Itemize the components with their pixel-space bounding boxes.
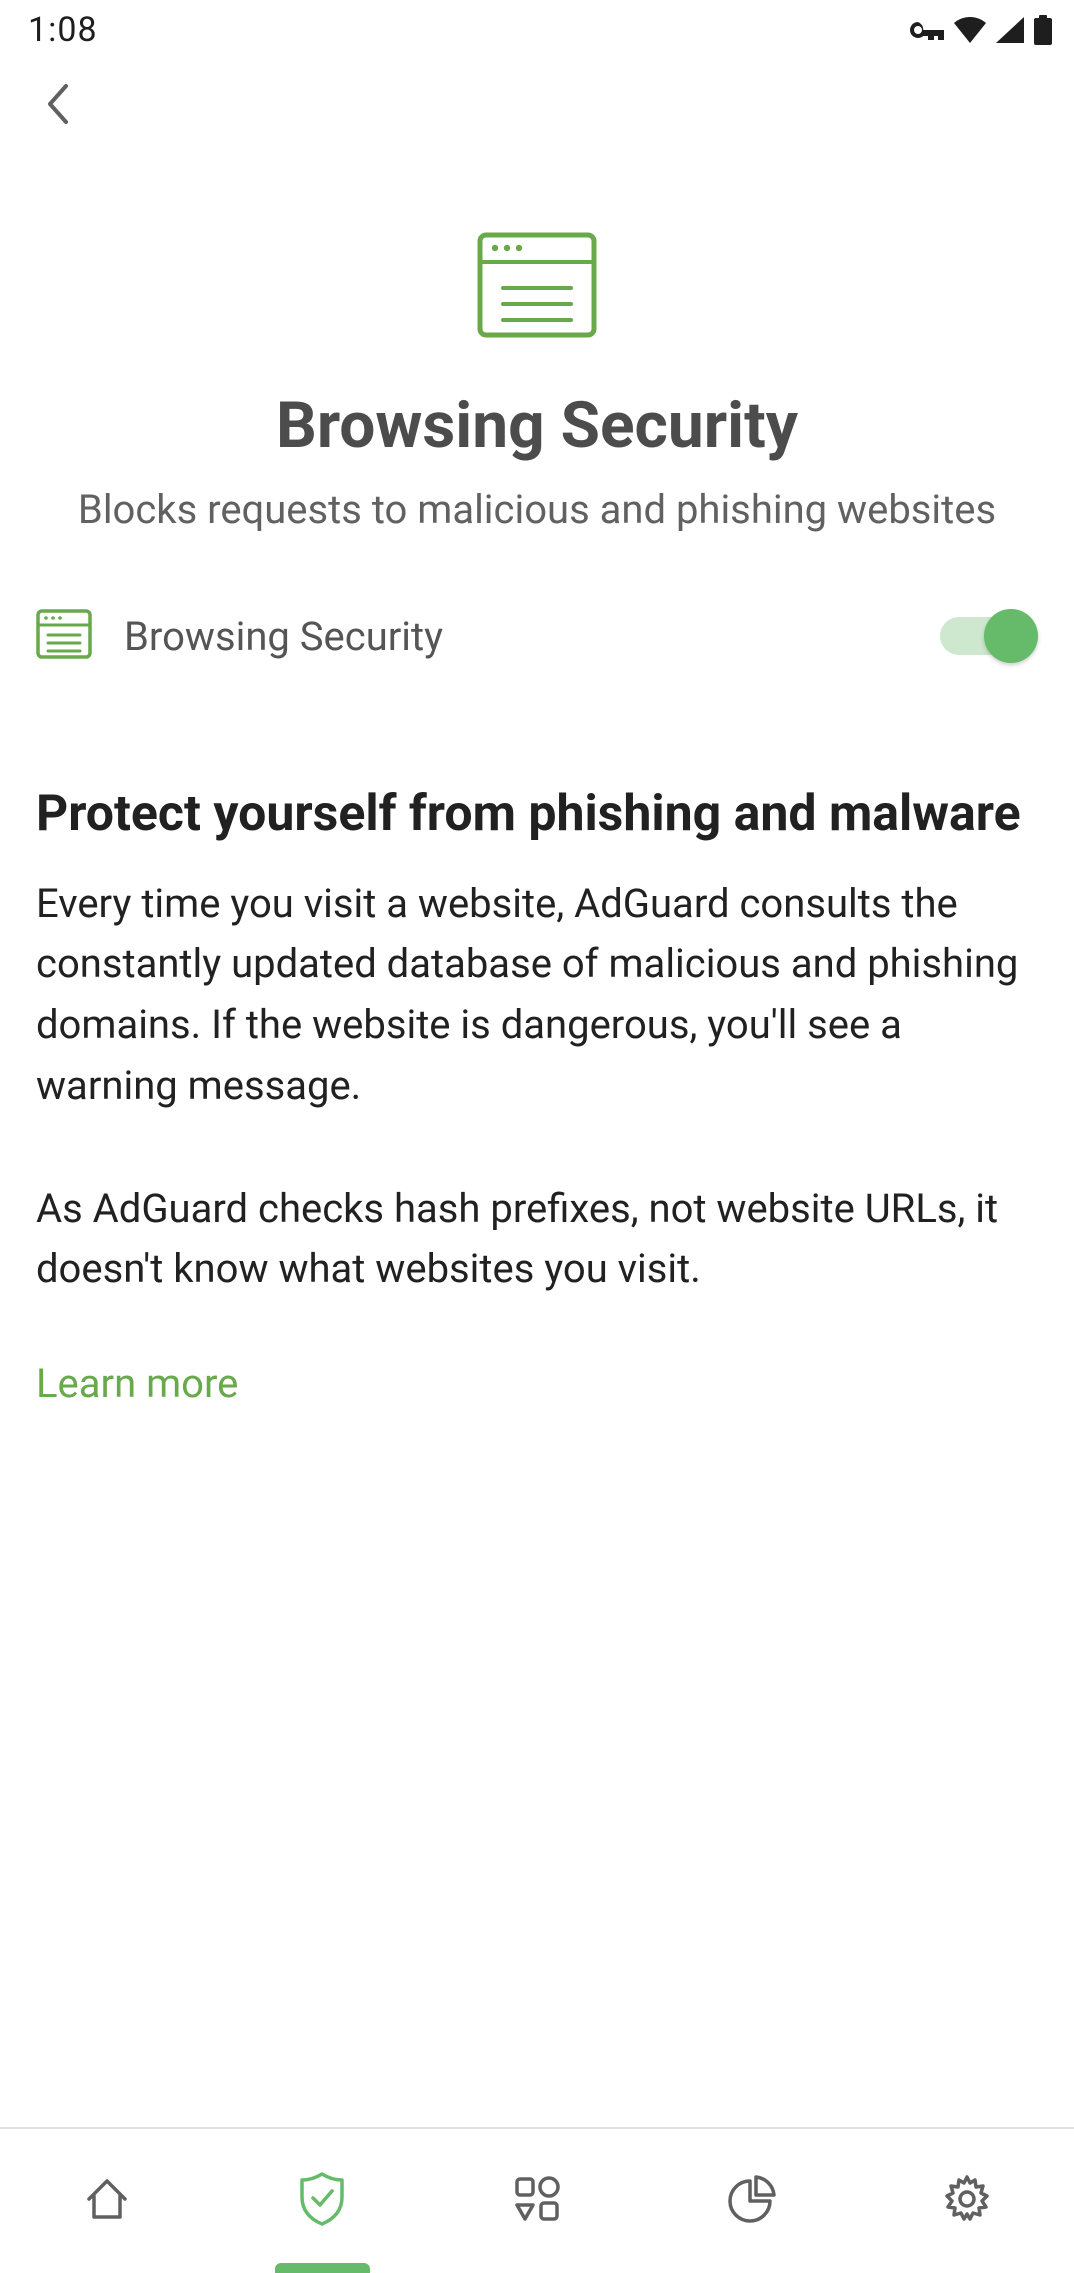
info-heading: Protect yourself from phishing and malwa… [36, 783, 1038, 846]
page-subtitle: Blocks requests to malicious and phishin… [40, 485, 1034, 535]
hero: Browsing Security Blocks requests to mal… [0, 152, 1074, 575]
gear-icon [941, 2173, 993, 2229]
nav-stats[interactable] [644, 2129, 859, 2273]
browser-window-icon [40, 232, 1034, 338]
info-paragraph-2: As AdGuard checks hash prefixes, not web… [36, 1179, 1038, 1301]
shapes-icon [511, 2173, 563, 2229]
battery-icon [1034, 15, 1052, 45]
learn-more-link[interactable]: Learn more [36, 1360, 238, 1407]
vpn-key-icon [908, 18, 944, 42]
status-time: 1:08 [28, 10, 98, 50]
info-section: Protect yourself from phishing and malwa… [0, 697, 1074, 1407]
status-icons [908, 15, 1052, 45]
browser-window-small-icon [36, 609, 92, 663]
browsing-security-toggle-row[interactable]: Browsing Security [0, 575, 1074, 697]
browsing-security-switch[interactable] [940, 609, 1038, 663]
signal-icon [996, 17, 1024, 43]
pie-chart-icon [726, 2173, 778, 2229]
nav-active-indicator [275, 2263, 370, 2273]
nav-apps[interactable] [430, 2129, 645, 2273]
toolbar [0, 60, 1074, 152]
nav-settings[interactable] [859, 2129, 1074, 2273]
back-button[interactable] [38, 82, 82, 130]
nav-home[interactable] [0, 2129, 215, 2273]
toggle-label: Browsing Security [124, 613, 940, 660]
nav-protection[interactable] [215, 2129, 430, 2273]
wifi-icon [954, 17, 986, 43]
page-title: Browsing Security [40, 388, 1034, 463]
bottom-nav [0, 2127, 1074, 2273]
home-icon [81, 2173, 133, 2229]
info-paragraph-1: Every time you visit a website, AdGuard … [36, 874, 1038, 1117]
status-bar: 1:08 [0, 0, 1074, 60]
shield-check-icon [296, 2171, 348, 2231]
